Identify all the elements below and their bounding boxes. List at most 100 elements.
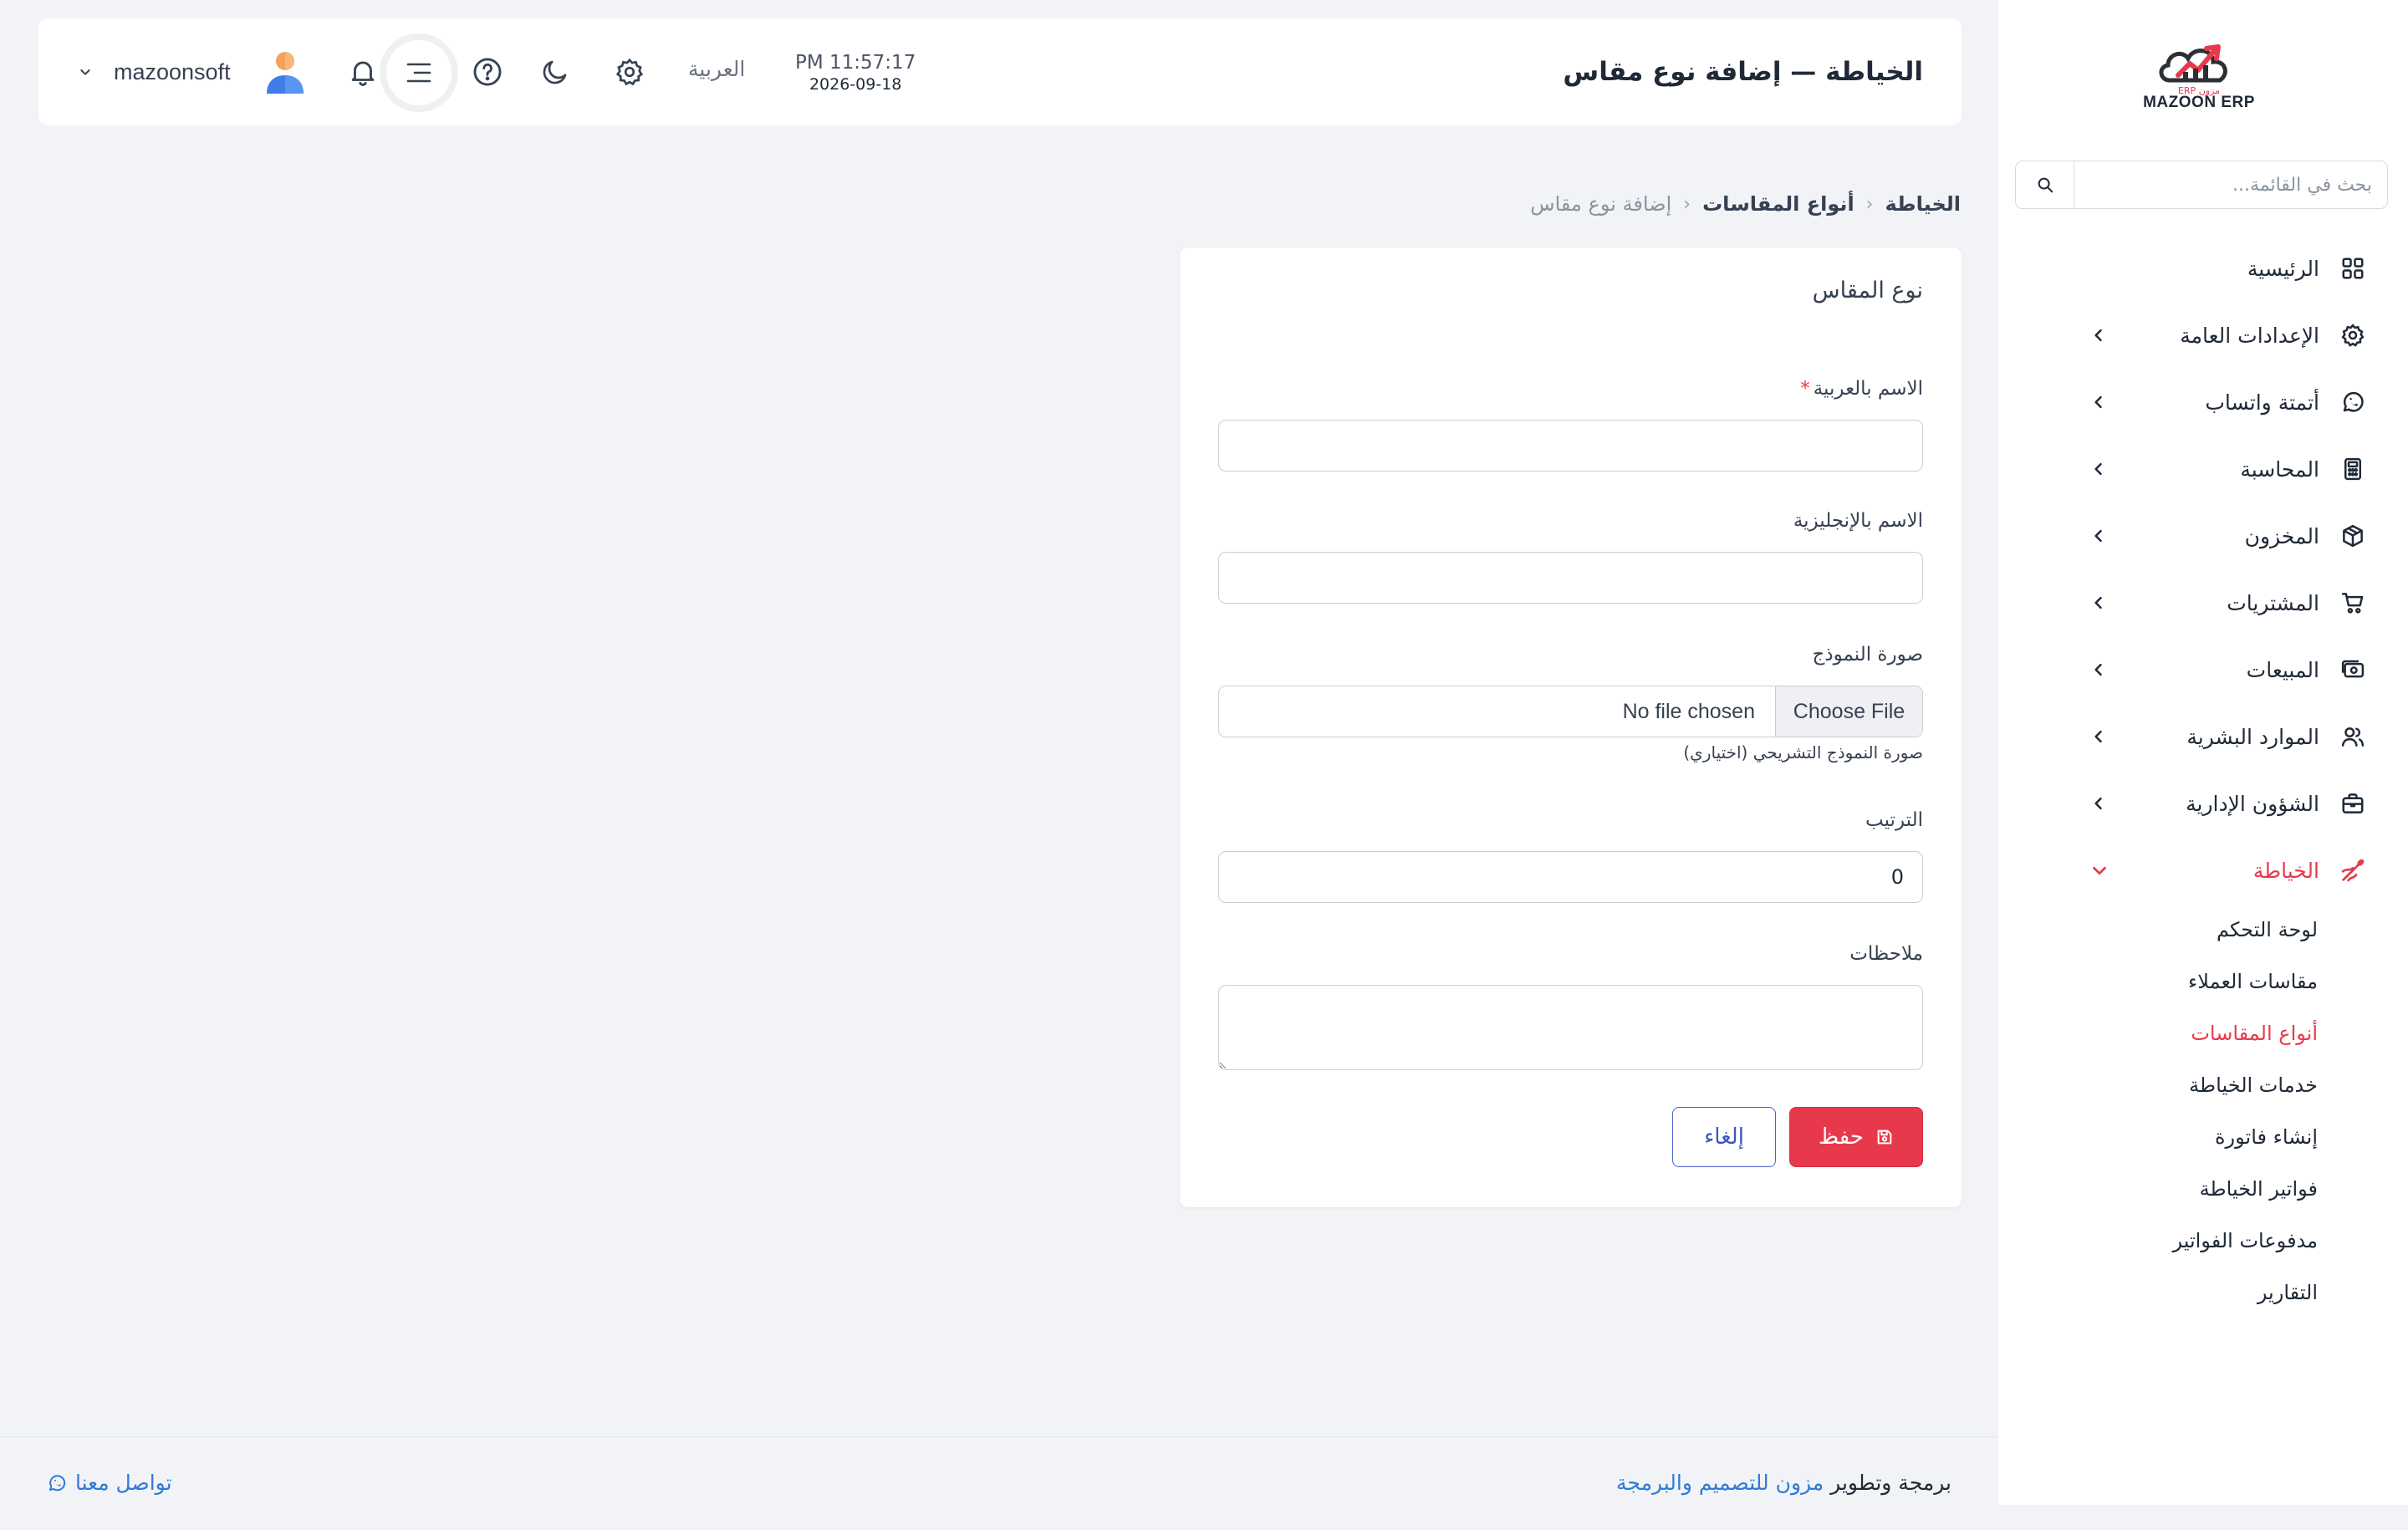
tailoring-submenu: لوحة التحكم مقاسات العملاء أنواع المقاسا…	[1998, 904, 2408, 1318]
sidebar-item-inventory[interactable]: المخزون	[1998, 502, 2408, 569]
bell-icon	[351, 61, 375, 86]
submenu-dashboard[interactable]: لوحة التحكم	[1998, 904, 2408, 956]
order-label: الترتيب	[1865, 809, 1923, 831]
sidebar-item-whatsapp[interactable]: أتمتة واتساب	[1998, 369, 2408, 436]
users-icon	[2338, 722, 2368, 752]
sidebar-toggle-button[interactable]	[380, 33, 458, 112]
save-icon	[1877, 1130, 1892, 1145]
sidebar-item-hr[interactable]: الموارد البشرية	[1998, 703, 2408, 770]
sidebar-item-label: الإعدادات العامة	[2180, 323, 2319, 348]
clock-date: 2026-09-18	[809, 75, 902, 94]
submenu-create-invoice[interactable]: إنشاء فاتورة	[1998, 1111, 2408, 1163]
page-title-wrap: الخياطة — إضافة نوع مقاس	[1563, 18, 1923, 125]
name-ar-label: الاسم بالعربية*	[1800, 378, 1923, 400]
footer-credit-link[interactable]: مزون للتصميم والبرمجة	[1616, 1471, 1824, 1495]
sidebar-item-purchases[interactable]: المشتريات	[1998, 569, 2408, 636]
sidebar-item-home[interactable]: الرئيسية	[1998, 235, 2408, 302]
cancel-button[interactable]: إلغاء	[1672, 1107, 1776, 1167]
sidebar-item-label: الشؤون الإدارية	[2186, 791, 2319, 816]
breadcrumb-measurement-types[interactable]: أنواع المقاسات	[1702, 192, 1854, 216]
calculator-icon	[2338, 454, 2368, 484]
sidebar-item-label: المحاسبة	[2240, 456, 2319, 482]
clock-time: PM 11:57:17	[795, 52, 916, 74]
choose-file-button[interactable]: Choose File	[1775, 686, 1922, 737]
sidebar-item-settings[interactable]: الإعدادات العامة	[1998, 302, 2408, 369]
chevron-left-icon: ‹	[1865, 193, 1874, 215]
gear-icon	[615, 58, 644, 86]
notes-textarea[interactable]	[1218, 985, 1923, 1070]
sidebar-item-admin[interactable]: الشؤون الإدارية	[1998, 770, 2408, 837]
required-mark: *	[1800, 378, 1810, 400]
chevron-left-icon	[2090, 728, 2107, 745]
grid-icon	[2338, 253, 2368, 283]
chevron-left-icon	[2090, 394, 2107, 411]
name-en-input[interactable]	[1218, 552, 1923, 604]
logo[interactable]: ERP مزون MAZOON ERP	[2140, 32, 2258, 115]
submenu-customer-measurements[interactable]: مقاسات العملاء	[1998, 956, 2408, 1007]
whatsapp-icon	[2338, 387, 2368, 417]
sidebar-item-accounting[interactable]: المحاسبة	[1998, 436, 2408, 502]
username: mazoonsoft	[114, 59, 231, 84]
chevron-left-icon	[2090, 594, 2107, 611]
file-status: No file chosen	[1622, 699, 1755, 723]
contact-us-link[interactable]: تواصل معنا	[47, 1471, 172, 1495]
moon-icon	[543, 60, 567, 84]
sidebar-item-sales[interactable]: المبيعات	[1998, 636, 2408, 703]
gear-icon	[2338, 320, 2368, 350]
chevron-left-icon	[2090, 327, 2107, 344]
notifications-button[interactable]	[346, 55, 380, 89]
name-ar-label-text: الاسم بالعربية	[1813, 378, 1923, 400]
image-label: صورة النموذج	[1812, 644, 1924, 666]
notes-label: ملاحظات	[1849, 943, 1923, 965]
settings-button[interactable]	[613, 55, 646, 89]
footer-credit: برمجة وتطوير مزون للتصميم والبرمجة	[1616, 1471, 1951, 1495]
name-en-label: الاسم بالإنجليزية	[1793, 510, 1923, 532]
submenu-reports[interactable]: التقارير	[1998, 1267, 2408, 1318]
sidebar-search-button[interactable]	[2016, 161, 2074, 208]
menu-icon	[406, 63, 431, 83]
order-input[interactable]	[1218, 851, 1923, 903]
measurement-type-form: نوع المقاس الاسم بالعربية* الاسم بالإنجل…	[1180, 247, 1962, 1207]
image-file-input[interactable]: Choose File No file chosen	[1218, 686, 1923, 737]
save-button[interactable]: حفظ	[1789, 1107, 1923, 1167]
chevron-down-icon	[2090, 861, 2109, 880]
sidebar: ERP مزون MAZOON ERP الرئيسية الإعدادات ا…	[1998, 0, 2408, 1505]
clock: PM 11:57:17 2026-09-18	[795, 52, 916, 94]
briefcase-icon	[2338, 788, 2368, 819]
search-icon	[2038, 177, 2053, 193]
help-icon	[473, 58, 502, 86]
sidebar-item-label: الخياطة	[2252, 858, 2319, 883]
chevron-left-icon	[2090, 528, 2107, 544]
chevron-left-icon	[2090, 661, 2107, 678]
save-button-label: حفظ	[1819, 1125, 1864, 1150]
cart-icon	[2338, 588, 2368, 618]
submenu-tailoring-invoices[interactable]: فواتير الخياطة	[1998, 1163, 2408, 1215]
user-menu[interactable]: mazoonsoft	[79, 47, 306, 97]
page-title: الخياطة — إضافة نوع مقاس	[1563, 57, 1923, 87]
chevron-left-icon	[2090, 795, 2107, 812]
sidebar-item-label: الرئيسية	[2247, 256, 2319, 281]
footer: برمجة وتطوير مزون للتصميم والبرمجة تواصل…	[0, 1436, 1998, 1530]
footer-credit-prefix: برمجة وتطوير	[1830, 1471, 1951, 1495]
image-help-text: صورة النموذج التشريحي (اختياري)	[1683, 742, 1923, 762]
submenu-tailoring-services[interactable]: خدمات الخياطة	[1998, 1059, 2408, 1111]
card-title: نوع المقاس	[1812, 278, 1923, 303]
chevron-down-icon	[80, 69, 90, 75]
breadcrumb-tailoring[interactable]: الخياطة	[1885, 192, 1961, 216]
sidebar-item-tailoring[interactable]: الخياطة	[1998, 837, 2408, 904]
language-switch[interactable]: العربية	[688, 57, 745, 81]
sidebar-search	[2015, 161, 2388, 209]
name-ar-input[interactable]	[1218, 420, 1923, 472]
box-icon	[2338, 521, 2368, 551]
sidebar-item-label: المشتريات	[2227, 590, 2319, 615]
help-button[interactable]	[471, 55, 504, 89]
sidebar-search-input[interactable]	[2074, 161, 2387, 208]
submenu-measurement-types[interactable]: أنواع المقاسات	[1998, 1007, 2408, 1059]
needle-icon	[2338, 855, 2368, 885]
logo-icon: ERP مزون	[2159, 44, 2227, 96]
logo-text: MAZOON ERP	[2143, 94, 2255, 111]
topbar: الخياطة — إضافة نوع مقاس PM 11:57:17 202…	[38, 18, 1962, 125]
sidebar-nav: الرئيسية الإعدادات العامة أتمتة واتساب ا…	[1998, 235, 2408, 1318]
dark-mode-button[interactable]	[538, 55, 572, 89]
submenu-invoice-payments[interactable]: مدفوعات الفواتير	[1998, 1215, 2408, 1267]
